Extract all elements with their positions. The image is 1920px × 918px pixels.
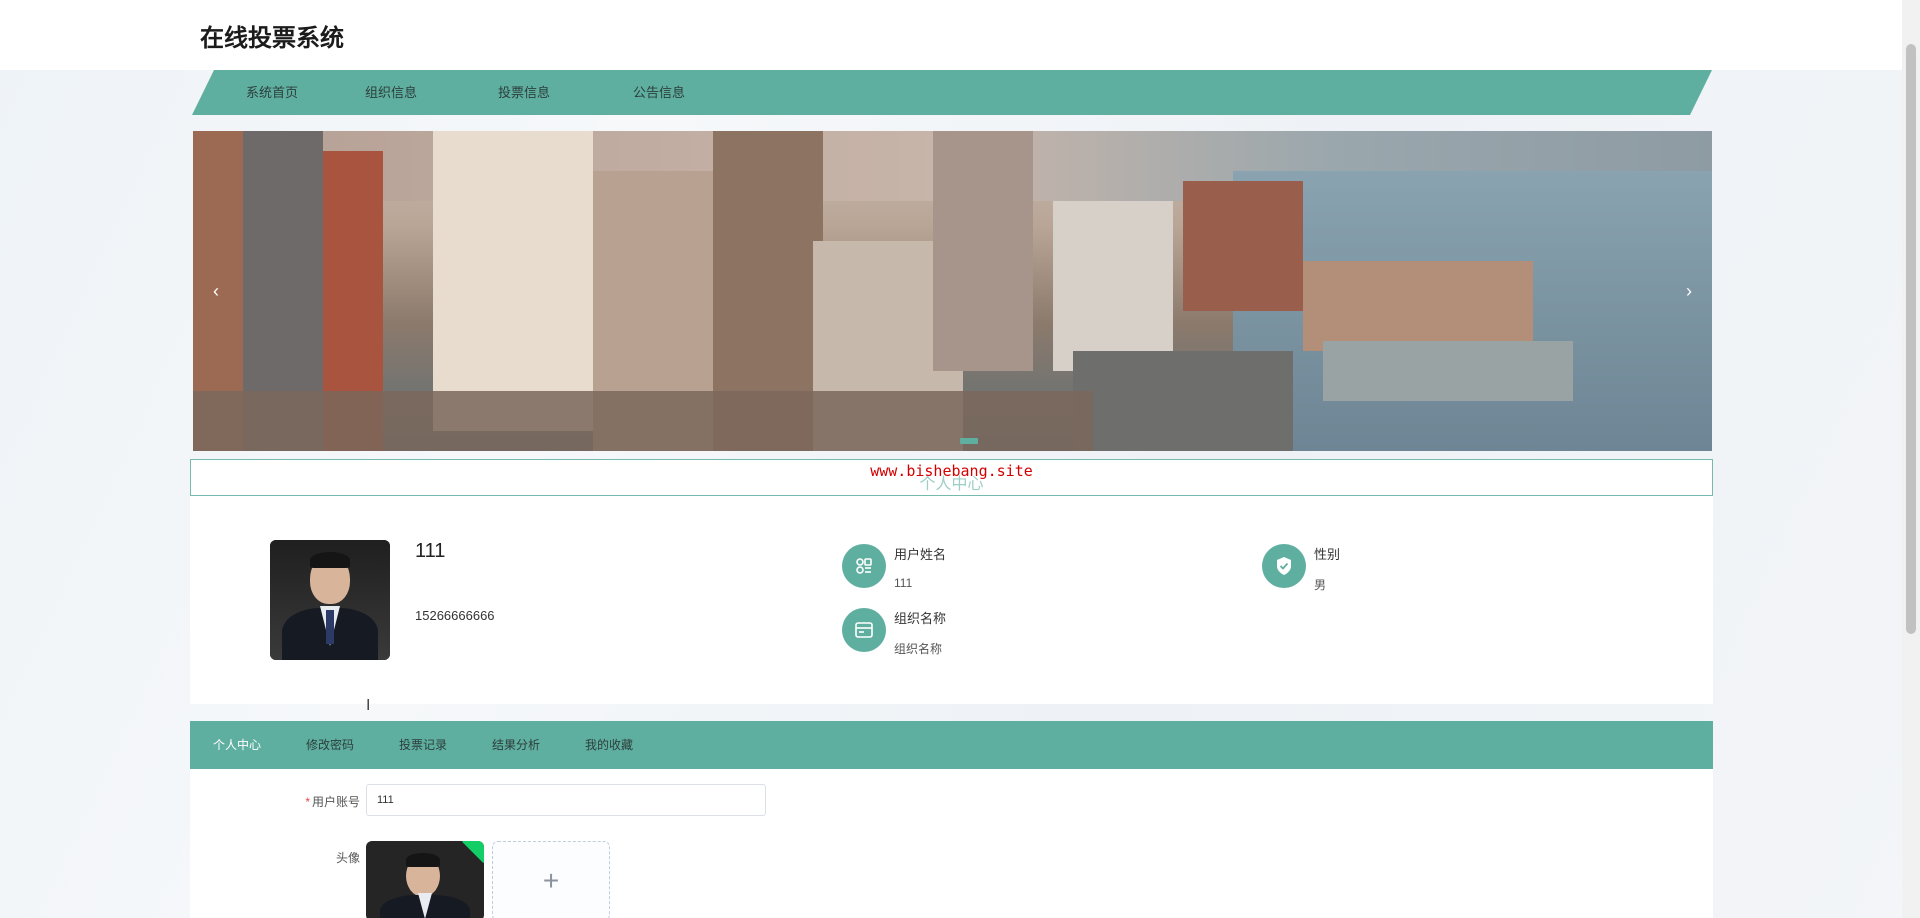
top-header: 在线投票系统: [0, 0, 1902, 70]
tab-my-favorites[interactable]: 我的收藏: [585, 721, 633, 769]
field-label-organization: 组织名称: [894, 611, 947, 626]
avatar: [270, 540, 390, 660]
profile-form: *用户账号 头像 +: [190, 769, 1713, 918]
account-label: * 用户账号: [280, 793, 360, 810]
user-card-icon: [842, 544, 886, 588]
vertical-scrollbar[interactable]: [1902, 0, 1920, 918]
shield-check-icon: [1262, 544, 1306, 588]
upload-success-badge: [462, 841, 484, 863]
required-mark: *: [305, 795, 310, 809]
scrollbar-thumb[interactable]: [1906, 44, 1916, 634]
nav-item-vote[interactable]: 投票信息: [498, 70, 550, 115]
banner-carousel[interactable]: ‹ ›: [193, 131, 1712, 451]
field-value-username: 111: [894, 576, 913, 590]
center-tabs: 个人中心 修改密码 投票记录 结果分析 我的收藏: [190, 721, 1713, 769]
field-label-username: 用户姓名: [894, 547, 947, 562]
text-cursor-icon: I: [366, 697, 371, 714]
site-title: 在线投票系统: [200, 24, 344, 52]
tab-vote-records[interactable]: 投票记录: [399, 721, 447, 769]
nav-item-organization[interactable]: 组织信息: [365, 70, 417, 115]
tab-personal-center[interactable]: 个人中心: [213, 721, 261, 769]
tab-change-password[interactable]: 修改密码: [306, 721, 354, 769]
upload-add-button[interactable]: +: [492, 841, 610, 918]
field-value-organization: 组织名称: [894, 642, 943, 656]
account-input[interactable]: [366, 784, 766, 816]
banner-building: [1303, 261, 1533, 351]
profile-name: 111: [415, 540, 446, 562]
account-label-text: 用户账号: [311, 795, 360, 809]
banner-building: [1323, 341, 1573, 401]
uploaded-avatar-thumb[interactable]: [366, 841, 484, 918]
banner-building: [933, 131, 1033, 371]
nav-item-home[interactable]: 系统首页: [246, 70, 298, 115]
carousel-indicator[interactable]: [960, 438, 978, 444]
banner-building: [1183, 181, 1303, 311]
banner-building: [1073, 351, 1293, 451]
nav-item-notice[interactable]: 公告信息: [633, 70, 685, 115]
main-nav: 系统首页 组织信息 投票信息 公告信息: [192, 70, 1712, 115]
profile-phone: 15266666666: [415, 608, 495, 623]
carousel-next-icon[interactable]: ›: [1686, 281, 1692, 302]
banner-building: [193, 391, 1093, 451]
id-card-icon: [842, 608, 886, 652]
banner-building: [1053, 201, 1173, 371]
field-label-gender: 性别: [1314, 547, 1341, 562]
section-title-box: 个人中心 www.bishebang.site: [190, 459, 1713, 496]
banner-building: [433, 131, 593, 431]
profile-card: 111 15266666666 用户姓名 111 性别 男 组织名称 组织名称: [190, 496, 1713, 704]
field-value-gender: 男: [1314, 578, 1327, 592]
tab-result-analysis[interactable]: 结果分析: [492, 721, 540, 769]
watermark-text: www.bishebang.site: [870, 462, 1033, 480]
avatar-label: 头像: [335, 851, 360, 865]
carousel-prev-icon[interactable]: ‹: [213, 281, 219, 302]
